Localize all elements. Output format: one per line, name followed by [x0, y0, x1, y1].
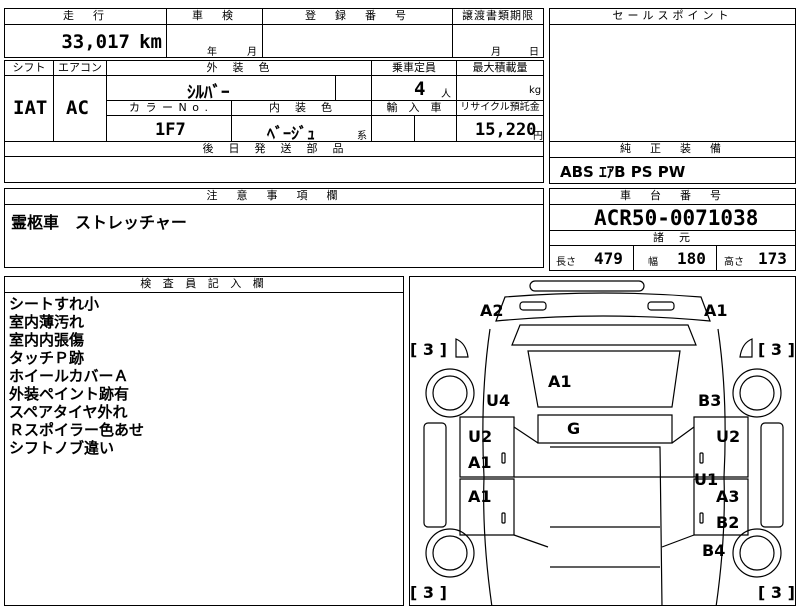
roof-shape — [537, 414, 673, 444]
registration-box: 登 録 番 号 — [262, 8, 453, 58]
front-bumper-shape — [529, 280, 645, 292]
inspector-note: ホイールカバーＡ — [9, 367, 129, 385]
width-label: 幅 — [648, 257, 658, 268]
length-value: 479 — [594, 249, 623, 268]
hood-shape — [495, 292, 711, 322]
interior-suffix: 系 — [357, 131, 367, 142]
car-diagram-box: A2 A1 [ 3 ] [ 3 ] A1 U4 B3 G U2 U2 A1 U1… — [409, 276, 796, 606]
shift-header: シフト — [4, 60, 54, 76]
equipment-header: 純 正 装 備 — [550, 142, 795, 158]
mark-a1-rear: A1 — [468, 487, 492, 506]
mileage-header: 走 行 — [5, 9, 166, 25]
front-cowl — [511, 324, 697, 346]
mark-a2: A2 — [480, 301, 504, 320]
transfer-day-unit: 日 — [529, 47, 539, 58]
transfer-month-unit: 月 — [491, 47, 501, 58]
mark-u2-right: U2 — [716, 427, 741, 446]
mark-b4: B4 — [702, 541, 726, 560]
equipment-value: ABS ｴｱB PS PW — [560, 163, 686, 181]
chassis-box: 車 台 番 号 ACR50-0071038 諸 元 長さ 479 幅 180 高… — [549, 188, 796, 271]
equipment-box: 純 正 装 備 ABS ｴｱB PS PW — [549, 141, 796, 184]
bracket-bottom-right: [ 3 ] — [758, 583, 795, 602]
side-sill-left — [423, 422, 447, 528]
body-outline — [482, 328, 726, 605]
mirror-left — [455, 338, 469, 358]
mark-g: G — [567, 419, 581, 438]
bracket-top-right: [ 3 ] — [758, 340, 795, 359]
notes-header: 注 意 事 項 欄 — [5, 189, 543, 205]
height-label: 高さ — [724, 257, 744, 268]
import-cell-1 — [371, 115, 415, 142]
chassis-value: ACR50-0071038 — [594, 206, 759, 230]
import-cell-2 — [414, 115, 457, 142]
length-label: 長さ — [556, 257, 576, 268]
mileage-box: 走 行 33,017 km — [4, 8, 167, 58]
notes-value: 霊柩車 ストレッチャー — [11, 213, 187, 232]
capacity-header: 乗車定員 — [371, 60, 457, 76]
mark-b3: B3 — [698, 391, 722, 410]
mark-b2: B2 — [716, 513, 740, 532]
exterior-cell-2 — [335, 75, 372, 101]
front-light-right — [647, 301, 675, 311]
capacity-value: 4 — [414, 78, 426, 100]
mark-a1-front: A1 — [704, 301, 728, 320]
mark-a3: A3 — [716, 487, 740, 506]
bracket-bottom-left: [ 3 ] — [410, 583, 447, 602]
mark-u1: U1 — [694, 470, 719, 489]
inspector-box: 検 査 員 記 入 欄 シートすれ小 室内薄汚れ 室内内張傷 タッチＰ跡 ホイー… — [4, 276, 404, 606]
mark-u2-left: U2 — [468, 427, 493, 446]
mark-u4: U4 — [486, 391, 511, 410]
exterior-header: 外 装 色 — [106, 60, 372, 76]
inspector-note: シートすれ小 — [9, 295, 100, 313]
transfer-box: 譲渡書類期限 月 日 — [452, 8, 544, 58]
width-value: 180 — [677, 249, 706, 268]
mark-a1-door: A1 — [468, 453, 492, 472]
inspector-list: シートすれ小 室内薄汚れ 室内内張傷 タッチＰ跡 ホイールカバーＡ 外装ペイント… — [9, 295, 144, 457]
specs-header: 諸 元 — [549, 230, 796, 246]
spec-grid: シフト エアコン 外 装 色 乗車定員 最大積載量 IAT AC ｼﾙﾊﾞｰ 4… — [4, 60, 544, 183]
inspection-header: 車 検 — [167, 9, 262, 25]
interior-header: 内 装 色 — [231, 100, 372, 116]
inspector-note: タッチＰ跡 — [9, 349, 85, 367]
front-light-left — [519, 301, 547, 311]
door-front-right — [693, 416, 749, 478]
inspector-note: スペアタイヤ外れ — [9, 403, 128, 421]
mark-a1-roof: A1 — [548, 372, 572, 391]
mileage-value: 33,017 — [61, 31, 130, 53]
inspection-year-unit: 年 — [207, 47, 217, 58]
chassis-header: 車 台 番 号 — [550, 189, 795, 205]
center-line — [550, 476, 660, 568]
import-header: 輸 入 車 — [371, 100, 457, 116]
inspector-note: 室内内張傷 — [9, 331, 85, 349]
selling-points-header: セールスポイント — [550, 9, 795, 25]
inspection-box: 車 検 年 月 — [166, 8, 263, 58]
selling-points-box: セールスポイント — [549, 8, 796, 142]
recycle-unit: 円 — [533, 131, 543, 142]
recycle-value: 15,220 — [475, 120, 537, 140]
recycle-header: リサイクル預託金 — [456, 100, 544, 116]
bracket-top-left: [ 3 ] — [410, 340, 447, 359]
notes-box: 注 意 事 項 欄 霊柩車 ストレッチャー — [4, 188, 544, 268]
registration-header: 登 録 番 号 — [263, 9, 452, 25]
inspection-month-unit: 月 — [247, 47, 257, 58]
inspector-note: 外装ペイント跡有 — [9, 385, 130, 403]
maxload-header: 最大積載量 — [456, 60, 544, 76]
mirror-right — [739, 338, 753, 358]
capacity-unit: 人 — [441, 89, 451, 100]
ac-value: AC — [66, 97, 89, 119]
inspector-note: シフトノブ違い — [9, 439, 115, 457]
transfer-header: 譲渡書類期限 — [453, 9, 543, 25]
later-parts-header: 後 日 発 送 部 品 — [4, 141, 544, 157]
inspector-note: 室内薄汚れ — [9, 313, 85, 331]
side-sill-right — [760, 422, 784, 528]
height-value: 173 — [758, 249, 787, 268]
color-no-value: 1F7 — [155, 120, 186, 140]
ac-header: エアコン — [53, 60, 107, 76]
inspector-header: 検 査 員 記 入 欄 — [5, 277, 403, 293]
inspector-note: Ｒスポイラー色あせ — [9, 421, 145, 439]
color-no-header: カ ラ ー N o . — [106, 100, 232, 116]
mileage-unit: km — [139, 31, 162, 53]
shift-value: IAT — [13, 97, 48, 119]
maxload-unit: kg — [529, 85, 542, 96]
